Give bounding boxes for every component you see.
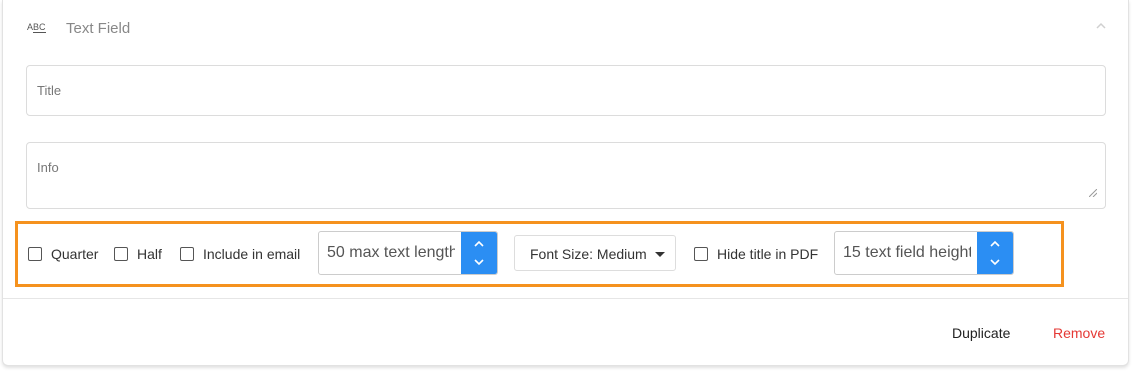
spinner-buttons <box>977 232 1013 274</box>
max-text-length-spinner[interactable]: 50 max text length <box>318 231 498 275</box>
include-in-email-checkbox[interactable]: Include in email <box>180 246 300 262</box>
text-abc-icon: ABC <box>27 22 46 33</box>
half-checkbox[interactable]: Half <box>114 246 162 262</box>
font-size-label: Font Size: Medium <box>530 246 647 262</box>
footer-divider <box>3 298 1128 299</box>
half-label: Half <box>137 246 162 262</box>
info-textarea[interactable] <box>27 143 1105 208</box>
max-text-length-value[interactable]: 50 max text length <box>327 244 455 262</box>
spinner-up-icon[interactable] <box>461 232 497 253</box>
card-header[interactable]: ABC Text Field <box>3 0 1128 58</box>
info-field[interactable] <box>26 142 1106 209</box>
spinner-buttons <box>461 232 497 274</box>
checkbox-box[interactable] <box>180 247 194 261</box>
card-title: Text Field <box>66 20 131 37</box>
checkbox-box[interactable] <box>28 247 42 261</box>
text-field-height-spinner[interactable]: 15 text field height <box>834 231 1014 275</box>
include-in-email-label: Include in email <box>203 246 301 262</box>
font-size-dropdown[interactable]: Font Size: Medium <box>514 235 676 271</box>
text-field-height-value[interactable]: 15 text field height <box>843 244 971 262</box>
spinner-down-icon[interactable] <box>977 253 1013 274</box>
spinner-up-icon[interactable] <box>977 232 1013 253</box>
quarter-label: Quarter <box>51 246 99 262</box>
resize-handle-icon[interactable] <box>1089 189 1097 197</box>
duplicate-button[interactable]: Duplicate <box>952 325 1010 341</box>
title-input[interactable] <box>27 66 1105 115</box>
hide-title-in-pdf-label: Hide title in PDF <box>717 246 819 262</box>
spinner-down-icon[interactable] <box>461 253 497 274</box>
quarter-checkbox[interactable]: Quarter <box>28 246 98 262</box>
title-field[interactable] <box>26 65 1106 116</box>
field-options-row: Quarter Half Include in email 50 max tex… <box>15 221 1064 287</box>
remove-button[interactable]: Remove <box>1053 325 1105 341</box>
checkbox-box[interactable] <box>694 247 708 261</box>
caret-down-icon <box>655 252 665 257</box>
hide-title-in-pdf-checkbox[interactable]: Hide title in PDF <box>694 246 818 262</box>
text-field-card: ABC Text Field Quarter Half Include in e… <box>2 0 1129 366</box>
chevron-up-icon[interactable] <box>1094 19 1108 33</box>
checkbox-box[interactable] <box>114 247 128 261</box>
